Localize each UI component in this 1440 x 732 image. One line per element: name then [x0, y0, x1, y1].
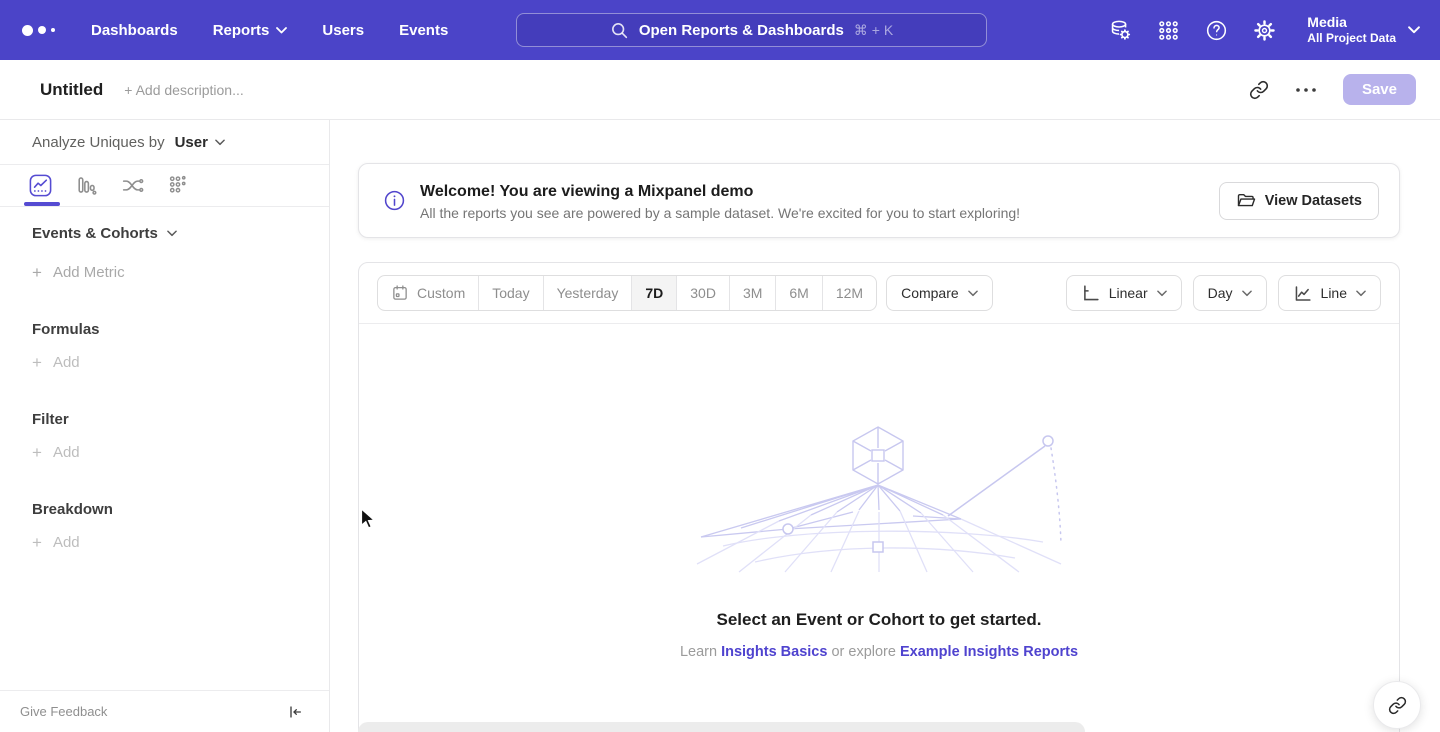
events-cohorts-section-header[interactable]: Events & Cohorts [32, 225, 329, 242]
query-builder-sidebar: Analyze Uniques by User [0, 120, 330, 732]
date-range-3m[interactable]: 3M [730, 276, 776, 310]
plus-icon: + [32, 264, 42, 281]
empty-state-links: Learn Insights Basics or explore Example… [359, 644, 1399, 660]
nav-item-events[interactable]: Events [399, 22, 448, 39]
example-insights-reports-link[interactable]: Example Insights Reports [900, 644, 1078, 660]
analyze-by-dropdown[interactable]: User [175, 134, 225, 151]
top-navigation-bar: Dashboards Reports Users Events Open Rep… [0, 0, 1440, 60]
chart-type-bar-icon[interactable] [74, 173, 99, 198]
welcome-banner: Welcome! You are viewing a Mixpanel demo… [358, 163, 1400, 238]
collapse-sidebar-icon[interactable] [287, 704, 303, 720]
chart-empty-state: Select an Event or Cohort to get started… [359, 424, 1399, 660]
apps-grid-icon[interactable] [1157, 19, 1180, 42]
filter-section-header: Filter [32, 411, 329, 428]
date-range-yesterday[interactable]: Yesterday [544, 276, 633, 310]
analyze-uniques-label: Analyze Uniques by [32, 134, 165, 151]
chevron-down-icon [1356, 290, 1366, 297]
chevron-down-icon [167, 230, 177, 237]
add-formula-button[interactable]: + Add [32, 354, 329, 371]
project-name: Media [1307, 14, 1396, 31]
horizontal-scrollbar[interactable] [358, 722, 1085, 732]
date-range-30d[interactable]: 30D [677, 276, 730, 310]
plus-icon: + [32, 534, 42, 551]
breakdown-section-header: Breakdown [32, 501, 329, 518]
chevron-down-icon [215, 139, 225, 146]
floating-copy-link-button[interactable] [1373, 681, 1421, 729]
chart-type-line-icon[interactable] [28, 173, 53, 198]
project-selector[interactable]: Media All Project Data [1307, 14, 1420, 46]
search-shortcut: ⌘ + K [854, 22, 893, 39]
chart-toolbar: Custom Today Yesterday 7D 30D 3M 6M 12M … [359, 263, 1399, 324]
date-range-today[interactable]: Today [479, 276, 543, 310]
chevron-down-icon [1242, 290, 1252, 297]
save-button[interactable]: Save [1343, 74, 1416, 105]
selected-chart-type-underline [24, 202, 60, 206]
granularity-dropdown[interactable]: Day [1193, 275, 1267, 311]
banner-title: Welcome! You are viewing a Mixpanel demo [420, 181, 1020, 202]
add-breakdown-button[interactable]: + Add [32, 534, 329, 551]
date-range-12m[interactable]: 12M [823, 276, 876, 310]
add-metric-button[interactable]: + Add Metric [32, 264, 329, 281]
report-title-bar: Untitled + Add description... Save [0, 60, 1440, 120]
chevron-down-icon [968, 290, 978, 297]
empty-state-title: Select an Event or Cohort to get started… [359, 610, 1399, 630]
help-icon[interactable] [1205, 19, 1228, 42]
global-search[interactable]: Open Reports & Dashboards ⌘ + K [516, 13, 987, 47]
more-options-ellipsis-icon[interactable] [1295, 87, 1317, 93]
insights-chart-panel: Custom Today Yesterday 7D 30D 3M 6M 12M … [358, 262, 1400, 732]
open-folder-icon [1236, 191, 1256, 211]
chart-type-flow-icon[interactable] [120, 173, 145, 198]
chevron-down-icon [276, 27, 287, 34]
add-filter-button[interactable]: + Add [32, 444, 329, 461]
copy-link-icon[interactable] [1249, 80, 1269, 100]
calendar-icon [391, 284, 409, 302]
banner-subtitle: All the reports you see are powered by a… [420, 205, 1020, 221]
info-icon [383, 189, 406, 212]
scale-dropdown[interactable]: Linear [1066, 275, 1182, 311]
report-title[interactable]: Untitled [40, 80, 103, 100]
search-placeholder: Open Reports & Dashboards [639, 22, 844, 39]
chevron-down-icon [1157, 290, 1167, 297]
date-range-segmented-control: Custom Today Yesterday 7D 30D 3M 6M 12M [377, 275, 877, 311]
nav-item-reports[interactable]: Reports [213, 22, 288, 39]
insights-basics-link[interactable]: Insights Basics [721, 644, 827, 660]
plus-icon: + [32, 354, 42, 371]
report-main-area: Welcome! You are viewing a Mixpanel demo… [330, 120, 1440, 732]
empty-state-illustration [693, 424, 1065, 574]
formulas-section-header: Formulas [32, 321, 329, 338]
settings-gear-icon[interactable] [1253, 19, 1276, 42]
nav-item-users[interactable]: Users [322, 22, 364, 39]
compare-dropdown[interactable]: Compare [886, 275, 993, 311]
date-range-6m[interactable]: 6M [776, 276, 822, 310]
give-feedback-link[interactable]: Give Feedback [20, 704, 107, 719]
chart-type-scatter-icon[interactable] [166, 173, 191, 198]
linear-axes-icon [1081, 284, 1100, 303]
line-chart-icon [1293, 284, 1312, 303]
nav-item-dashboards[interactable]: Dashboards [91, 22, 178, 39]
link-icon [1388, 696, 1407, 715]
date-range-7d[interactable]: 7D [632, 276, 677, 310]
mixpanel-logo-icon[interactable] [22, 25, 55, 36]
date-range-custom[interactable]: Custom [378, 276, 479, 310]
search-icon [610, 21, 629, 40]
data-management-icon[interactable] [1109, 19, 1132, 42]
project-subtitle: All Project Data [1307, 31, 1396, 46]
plus-icon: + [32, 444, 42, 461]
chart-type-dropdown[interactable]: Line [1278, 275, 1381, 311]
add-description-field[interactable]: + Add description... [124, 82, 243, 98]
view-datasets-button[interactable]: View Datasets [1219, 182, 1379, 220]
chevron-down-icon [1408, 26, 1420, 34]
